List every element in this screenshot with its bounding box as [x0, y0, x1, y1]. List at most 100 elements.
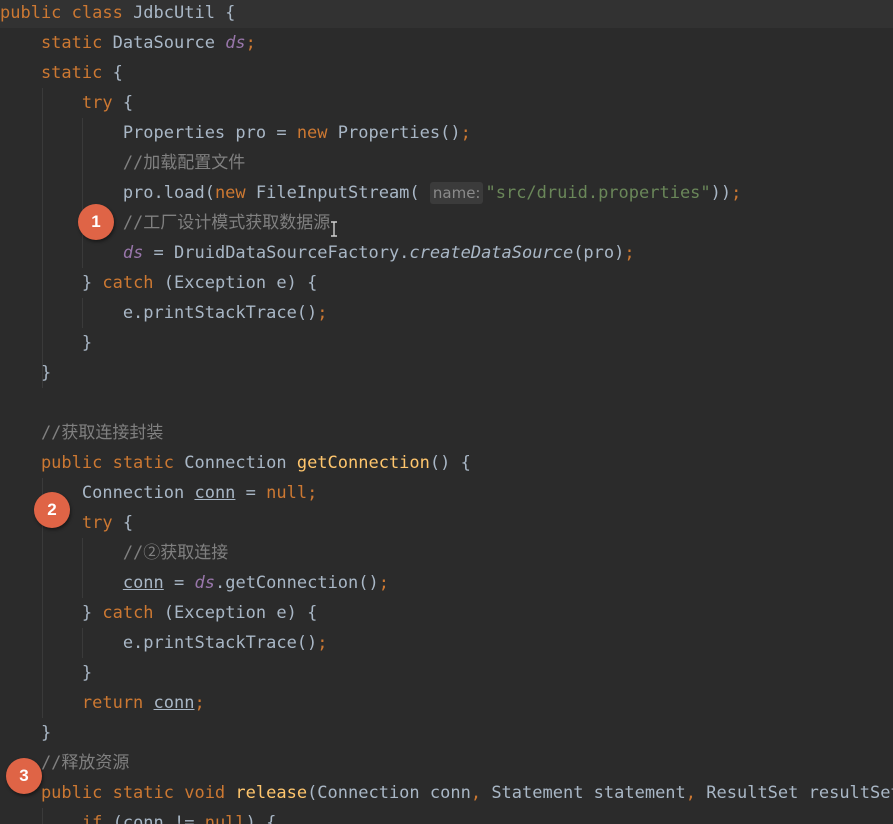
code-line[interactable]: try { [0, 508, 893, 538]
code-token: Connection [184, 453, 297, 473]
code-line[interactable]: //②获取连接 [0, 538, 893, 568]
code-token: catch [102, 603, 164, 623]
code-token: } [0, 663, 93, 683]
code-token: = [163, 573, 195, 593]
code-token: "src/druid.properties" [485, 183, 711, 203]
code-line[interactable]: } [0, 358, 893, 388]
code-token: Properties pro = [0, 123, 297, 143]
code-line[interactable]: static DataSource ds; [0, 28, 893, 58]
code-token: (Exception e) { [163, 273, 318, 293]
code-token: ResultSet resultSet) { [706, 783, 893, 803]
code-line[interactable]: } catch (Exception e) { [0, 268, 893, 298]
code-token: //加载配置文件 [0, 153, 246, 173]
code-token: ) { [245, 813, 277, 824]
code-token: static [0, 63, 113, 83]
code-token: ; [460, 123, 471, 143]
code-token: //②获取连接 [0, 543, 229, 563]
code-line[interactable]: ds = DruidDataSourceFactory.createDataSo… [0, 238, 893, 268]
code-token: ; [731, 183, 742, 203]
code-token: FileInputStream( [255, 183, 430, 203]
code-token: .getConnection() [214, 573, 379, 593]
code-token: ; [245, 33, 256, 53]
code-token: (Exception e) { [163, 603, 318, 623]
code-token: ; [624, 243, 635, 263]
code-token: ds [225, 33, 246, 53]
code-token: () { [429, 453, 471, 473]
step-badge-3: 3 [6, 758, 42, 794]
code-token: public static [0, 453, 185, 473]
code-token: } [0, 333, 93, 353]
code-line[interactable]: conn = ds.getConnection(); [0, 568, 893, 598]
code-token: conn [122, 573, 164, 593]
code-line[interactable]: if (conn != null) { [0, 808, 893, 824]
code-token: pro.load( [0, 183, 215, 203]
code-token: conn [153, 693, 195, 713]
code-line[interactable]: } [0, 658, 893, 688]
step-badge-1: 1 [78, 204, 114, 240]
code-token: return [0, 693, 154, 713]
code-line[interactable]: return conn; [0, 688, 893, 718]
code-line[interactable]: public class JdbcUtil { [0, 0, 893, 28]
code-token: = DruidDataSourceFactory. [143, 243, 410, 263]
code-token: } [0, 273, 103, 293]
code-line[interactable]: //获取连接封装 [0, 418, 893, 448]
code-line[interactable]: Connection conn = null; [0, 478, 893, 508]
code-line[interactable] [0, 388, 893, 418]
code-token: try [0, 93, 123, 113]
code-token: null [204, 813, 246, 824]
code-token: (Connection conn [307, 783, 471, 803]
code-line[interactable]: public static void release(Connection co… [0, 778, 893, 808]
code-token: new [214, 183, 256, 203]
code-line[interactable]: e.printStackTrace(); [0, 298, 893, 328]
code-token: release [235, 783, 308, 803]
code-line[interactable]: public static Connection getConnection()… [0, 448, 893, 478]
code-token: , [685, 783, 707, 803]
code-token: )) [710, 183, 732, 203]
code-token: ; [307, 483, 318, 503]
code-token: conn [194, 483, 236, 503]
parameter-hint: name: [429, 182, 484, 204]
code-line[interactable]: Properties pro = new Properties(); [0, 118, 893, 148]
code-line[interactable]: e.printStackTrace(); [0, 628, 893, 658]
code-token: public class [0, 3, 134, 23]
code-token: Connection [0, 483, 195, 503]
code-token: ; [317, 303, 328, 323]
code-token: ; [378, 573, 389, 593]
code-token: } [0, 723, 52, 743]
code-line[interactable]: //工厂设计模式获取数据源 [0, 208, 893, 238]
code-token: //工厂设计模式获取数据源 [0, 213, 331, 233]
code-token: static [0, 33, 113, 53]
code-line[interactable]: try { [0, 88, 893, 118]
code-line[interactable]: //加载配置文件 [0, 148, 893, 178]
code-line[interactable]: } catch (Exception e) { [0, 598, 893, 628]
code-line[interactable]: static { [0, 58, 893, 88]
code-token: { [122, 513, 134, 533]
code-token: //获取连接封装 [0, 423, 164, 443]
code-line[interactable]: //释放资源 [0, 748, 893, 778]
code-token: (pro) [573, 243, 625, 263]
code-token: e.printStackTrace() [0, 633, 318, 653]
code-line[interactable]: pro.load(new FileInputStream( name: "src/… [0, 178, 893, 208]
code-token: } [0, 363, 52, 383]
code-token: { [122, 93, 134, 113]
code-token: null [266, 483, 308, 503]
code-token: createDataSource [409, 243, 574, 263]
code-token: ; [317, 633, 328, 653]
code-token: , [470, 783, 492, 803]
step-badge-2: 2 [34, 492, 70, 528]
code-token: { [112, 63, 123, 83]
code-line[interactable]: } [0, 718, 893, 748]
code-line[interactable]: } [0, 328, 893, 358]
code-token: } [0, 603, 103, 623]
code-token: if [0, 813, 113, 824]
code-token: DataSource [112, 33, 226, 53]
code-token: getConnection [296, 453, 430, 473]
code-token: Properties() [337, 123, 461, 143]
code-token: JdbcUtil { [133, 3, 236, 23]
text-cursor-icon [331, 221, 337, 237]
code-token: (conn != [112, 813, 205, 824]
code-editor[interactable]: public class JdbcUtil { static DataSourc… [0, 0, 893, 824]
code-token: ds [194, 573, 215, 593]
